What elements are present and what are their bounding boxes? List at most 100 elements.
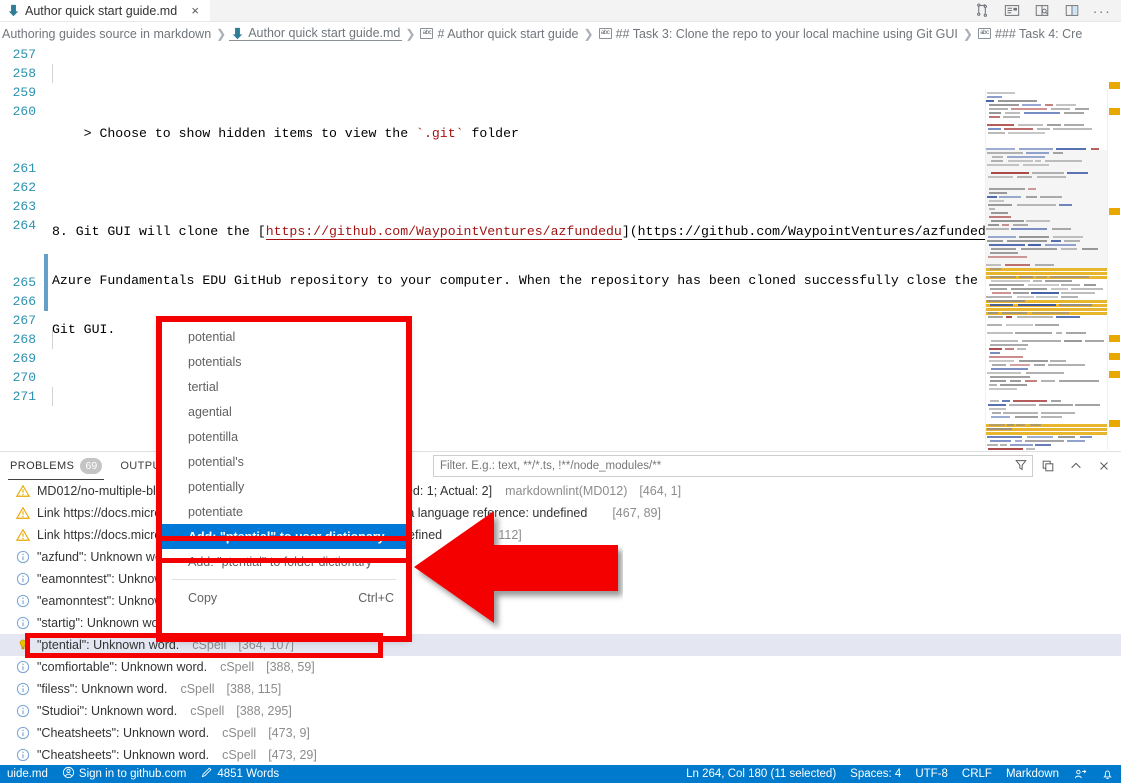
context-menu-suggestion[interactable]: potential's [160,449,408,474]
search-preview-icon[interactable] [1027,0,1057,22]
status-cursor-position[interactable]: Ln 264, Col 180 (11 selected) [679,765,843,783]
minimap-line [986,172,1107,175]
context-menu-suggestion[interactable]: potential [160,324,408,349]
status-indentation[interactable]: Spaces: 4 [843,765,908,783]
minimap-segment [989,380,1006,382]
minimap-segment [986,428,1012,430]
filter-icon[interactable] [1014,458,1028,475]
minimap-segment [1013,292,1029,294]
status-live-share-icon[interactable] [1066,765,1094,783]
tab-problems[interactable]: PROBLEMS 69 [8,452,105,480]
link-url[interactable]: https://github.com/WaypointVentures/azfu… [637,224,994,240]
pencil-icon [200,766,213,782]
breadcrumb-separator-icon: ❯ [405,26,416,41]
line-number-wrap [0,406,44,425]
lightbulb-icon [16,638,30,652]
minimap-line [986,120,1107,123]
context-menu-add-folder-dictionary[interactable]: Add: "ptential" to folder dictionary [160,549,408,574]
spell-suggestions-context-menu[interactable]: potential potentials tertial agential potent… [156,316,412,642]
minimap-segment [1010,288,1048,290]
open-preview-icon[interactable] [997,0,1027,22]
minimap-segment [1044,160,1082,162]
context-menu-suggestion[interactable]: tertial [160,374,408,399]
minimap-segment [1063,340,1082,342]
minimap-segment [1024,112,1060,114]
status-filename[interactable]: uide.md [0,765,55,783]
problem-row[interactable]: "filess": Unknown word. cSpell [388, 115] [0,678,1121,700]
status-bar-right: Ln 264, Col 180 (11 selected) Spaces: 4 … [679,765,1121,783]
minimap-segment [1066,332,1087,334]
minimap-segment [1021,248,1058,250]
chevron-up-icon[interactable] [1063,454,1089,478]
status-github-signin[interactable]: Sign in to github.com [55,765,193,783]
split-changes-icon[interactable] [967,0,997,22]
problem-row[interactable]: "Studioi": Unknown word. cSpell [388, 295] [0,700,1121,722]
markdown-file-icon [231,27,244,40]
minimap-segment [1006,324,1034,326]
minimap-segment [988,360,1015,362]
collapse-all-icon[interactable] [1035,454,1061,478]
overview-ruler[interactable] [1107,82,1121,450]
context-menu-suggestion[interactable]: agential [160,399,408,424]
breadcrumb-item-symbol-2[interactable]: abc ## Task 3: Clone the repo to your lo… [597,27,960,41]
close-panel-icon[interactable] [1091,454,1117,478]
minimap-segment [1034,364,1045,366]
line-number: 270 [12,370,36,385]
minimap-line [986,332,1107,335]
minimap-line [986,124,1107,127]
minimap-segment [1017,176,1033,178]
context-menu-add-user-dictionary[interactable]: Add: "ptential" to user dictionary [160,524,408,549]
minimap-segment [1010,444,1033,446]
status-eol[interactable]: CRLF [955,765,999,783]
info-icon [16,726,30,740]
minimap-segment [991,280,1030,282]
editor-tab-active[interactable]: Author quick start guide.md × [0,0,212,21]
context-menu-suggestion[interactable]: potentials [160,349,408,374]
problems-filter-input[interactable]: Filter. E.g.: text, **/*.ts, !**/node_mo… [433,455,1033,477]
minimap-segment [988,204,1013,206]
breadcrumb-item-symbol-3[interactable]: abc ### Task 4: Cre [976,27,1084,41]
breadcrumb-item-file[interactable]: Author quick start guide.md [229,26,403,41]
minimap-line [986,312,1107,315]
status-encoding[interactable]: UTF-8 [908,765,955,783]
minimap-segment [988,448,1023,450]
context-menu-suggestion[interactable]: potentilla [160,424,408,449]
minimap-segment [1006,316,1013,318]
minimap[interactable] [985,90,1107,450]
minimap-segment [1011,108,1047,110]
context-menu-copy[interactable]: Copy Ctrl+C [160,585,408,610]
minimap-line [986,176,1107,179]
symbol-string-icon: abc [420,28,434,39]
breadcrumb-item-symbol-1[interactable]: abc # Author quick start guide [418,27,580,41]
context-menu-suggestion[interactable]: potentially [160,474,408,499]
minimap-line [986,240,1107,243]
problem-row[interactable]: "comfiortable": Unknown word. cSpell [388,… [0,656,1121,678]
status-language-mode[interactable]: Markdown [999,765,1066,783]
minimap-segment [1018,304,1057,306]
link-text[interactable]: https://github.com/WaypointVentures/azfu… [265,224,622,240]
more-actions-icon[interactable]: ··· [1087,0,1117,22]
minimap-segment [1007,240,1047,242]
breadcrumb-item-folder[interactable]: Authoring guides source in markdown [0,27,213,41]
minimap-segment [989,108,1008,110]
vscode-window: Author quick start guide.md × ··· Author… [0,0,1121,783]
problem-row[interactable]: "Cheatsheets": Unknown word. cSpell [473, … [0,744,1121,766]
minimap-line [986,444,1107,447]
context-menu-suggestion[interactable]: potentiate [160,499,408,524]
breadcrumb-label: ## Task 3: Clone the repo to your local … [615,26,958,41]
minimap-segment [1027,244,1042,246]
minimap-segment [989,344,1029,346]
tab-problems-label: PROBLEMS [10,459,75,472]
minimap-segment [1000,444,1008,446]
minimap-segment [1014,332,1052,334]
context-menu-body[interactable]: potential potentials tertial agential potent… [159,319,409,639]
close-icon[interactable]: × [188,4,202,17]
status-notifications-bell-icon[interactable] [1094,765,1121,783]
filter-placeholder: Filter. E.g.: text, **/*.ts, !**/node_mo… [440,460,662,472]
minimap-line [986,384,1107,387]
problem-row[interactable]: "Cheatsheets": Unknown word. cSpell [473, … [0,722,1121,744]
minimap-segment [991,220,1025,222]
status-word-count[interactable]: 4851 Words [193,765,286,783]
split-editor-icon[interactable] [1057,0,1087,22]
status-filename-label: uide.md [7,768,48,780]
